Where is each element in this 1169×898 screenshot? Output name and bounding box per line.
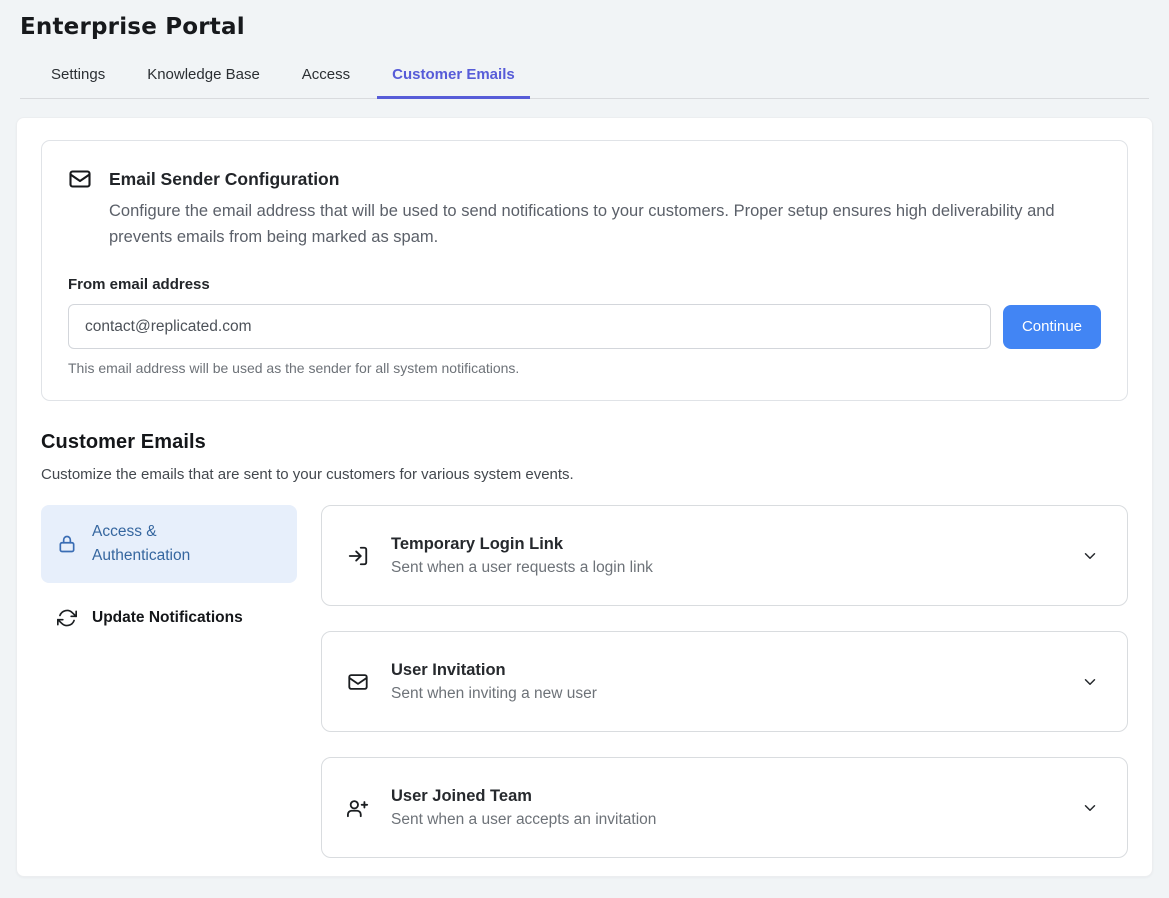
email-card-title: User Joined Team — [391, 787, 1059, 806]
tab-knowledge-base[interactable]: Knowledge Base — [132, 56, 275, 99]
email-card-info: User Invitation Sent when inviting a new… — [391, 661, 1059, 703]
mail-icon — [68, 167, 92, 191]
category-access-authentication[interactable]: Access & Authentication — [41, 505, 297, 583]
email-card-description: Sent when a user accepts an invitation — [391, 811, 1059, 829]
tab-settings[interactable]: Settings — [36, 56, 120, 99]
email-card-user-invitation[interactable]: User Invitation Sent when inviting a new… — [321, 631, 1128, 732]
email-card-info: Temporary Login Link Sent when a user re… — [391, 535, 1059, 577]
email-accordion-list: Temporary Login Link Sent when a user re… — [321, 505, 1128, 858]
from-email-row: Continue — [68, 304, 1101, 349]
chevron-down-icon[interactable] — [1081, 799, 1099, 817]
customer-emails-layout: Access & Authentication Update Notificat… — [41, 505, 1128, 858]
chevron-down-icon[interactable] — [1081, 547, 1099, 565]
tab-bar: Settings Knowledge Base Access Customer … — [20, 56, 1149, 99]
customer-emails-subtitle: Customize the emails that are sent to yo… — [41, 466, 1128, 483]
email-sender-card: Email Sender Configuration Configure the… — [41, 140, 1128, 401]
email-card-title: User Invitation — [391, 661, 1059, 680]
from-email-label: From email address — [68, 276, 1101, 293]
email-category-list: Access & Authentication Update Notificat… — [41, 505, 297, 643]
page-title: Enterprise Portal — [20, 14, 1149, 40]
from-email-input[interactable] — [68, 304, 991, 349]
tab-access[interactable]: Access — [287, 56, 365, 99]
category-label: Access & Authentication — [92, 520, 214, 568]
lock-icon — [57, 534, 77, 554]
email-card-description: Sent when inviting a new user — [391, 685, 1059, 703]
tab-customer-emails[interactable]: Customer Emails — [377, 56, 530, 99]
category-update-notifications[interactable]: Update Notifications — [41, 593, 297, 643]
category-label: Update Notifications — [92, 609, 243, 627]
login-icon — [347, 545, 369, 567]
customer-emails-title: Customer Emails — [41, 431, 1128, 454]
email-card-info: User Joined Team Sent when a user accept… — [391, 787, 1059, 829]
page-header: Enterprise Portal Settings Knowledge Bas… — [0, 0, 1169, 99]
sender-config-title: Email Sender Configuration — [109, 169, 339, 190]
email-sender-card-header: Email Sender Configuration — [68, 167, 1101, 191]
email-card-description: Sent when a user requests a login link — [391, 559, 1059, 577]
user-plus-icon — [347, 797, 369, 819]
email-card-user-joined-team[interactable]: User Joined Team Sent when a user accept… — [321, 757, 1128, 858]
mail-icon — [347, 671, 369, 693]
email-card-title: Temporary Login Link — [391, 535, 1059, 554]
refresh-icon — [57, 608, 77, 628]
chevron-down-icon[interactable] — [1081, 673, 1099, 691]
sender-helper-text: This email address will be used as the s… — [68, 360, 1101, 376]
email-card-temporary-login-link[interactable]: Temporary Login Link Sent when a user re… — [321, 505, 1128, 606]
content-panel: Email Sender Configuration Configure the… — [16, 117, 1153, 877]
continue-button[interactable]: Continue — [1003, 305, 1101, 349]
sender-config-description: Configure the email address that will be… — [109, 198, 1089, 250]
